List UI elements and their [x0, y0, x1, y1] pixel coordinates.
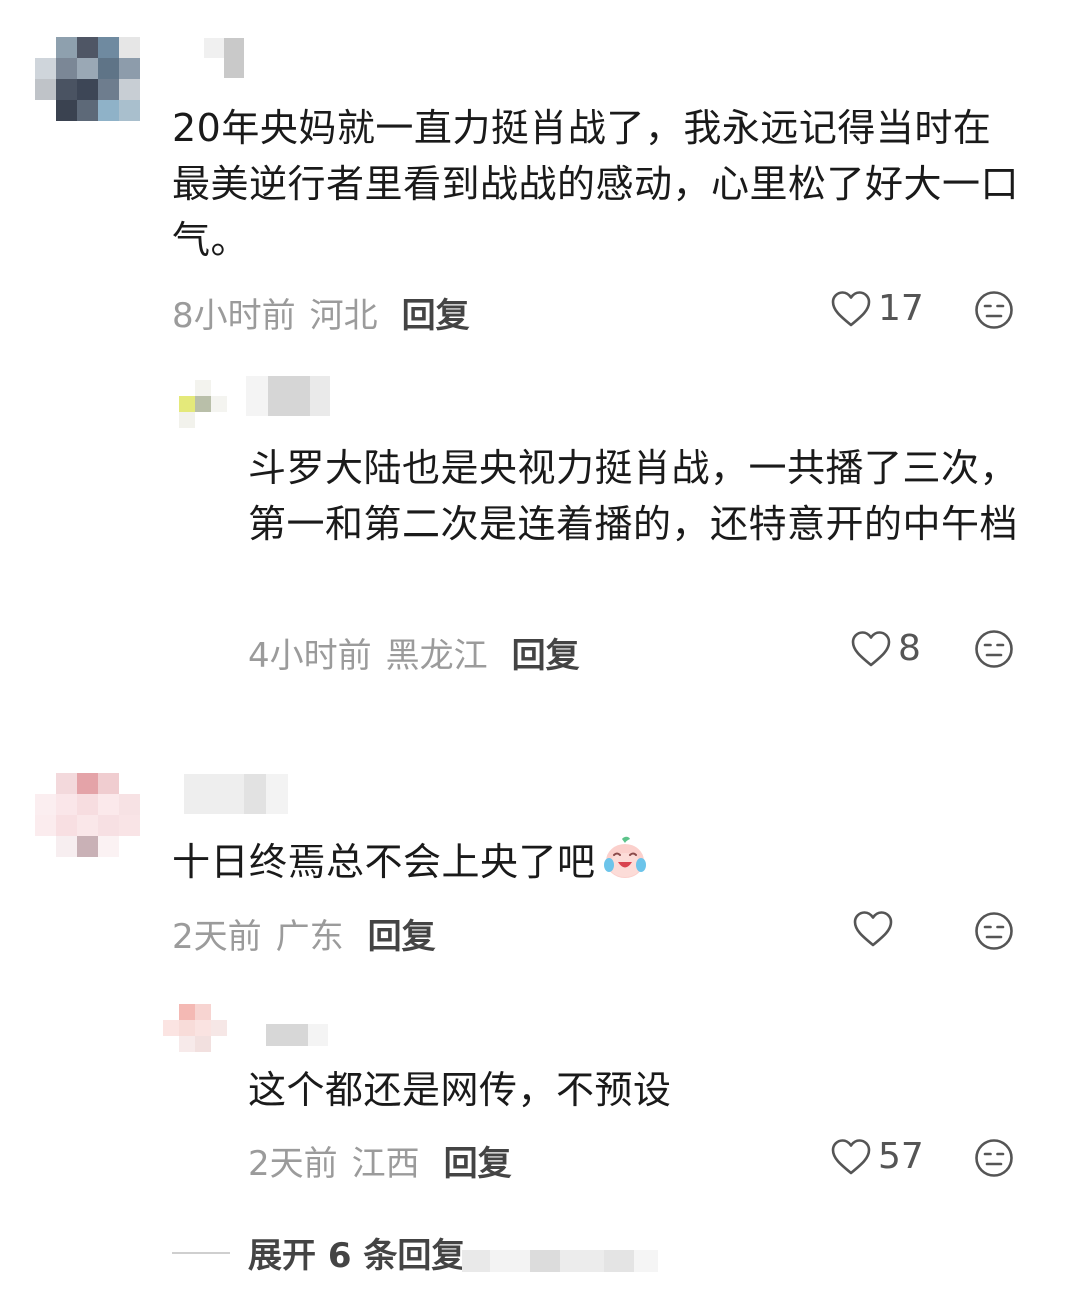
like-button[interactable]: 8: [850, 628, 921, 669]
reply-meta: 2天前 江西 回复: [248, 1136, 512, 1185]
divider-line: [172, 1251, 230, 1254]
avatar[interactable]: [163, 380, 227, 444]
username-blurred[interactable]: [184, 774, 288, 814]
username-blurred[interactable]: [266, 1024, 328, 1046]
heart-outline-icon: [831, 1138, 871, 1174]
avatar[interactable]: [35, 773, 140, 878]
comment-location: 广东: [275, 917, 344, 957]
reply-location: 江西: [351, 1144, 420, 1184]
meh-face-icon[interactable]: [974, 290, 1014, 330]
like-count: 8: [898, 628, 921, 669]
username-blurred[interactable]: [204, 38, 244, 78]
heart-outline-icon: [853, 911, 893, 947]
comment-meta: 8小时前 河北 回复: [172, 288, 470, 337]
meh-face-icon[interactable]: [974, 1138, 1014, 1178]
reply-button[interactable]: 回复: [402, 288, 470, 337]
reply-time: 4小时前: [248, 636, 372, 676]
reply-text: 斗罗大陆也是央视力挺肖战，一共播了三次，第一和第二次是连着播的，还特意开的中午档: [248, 446, 1019, 546]
username-blurred[interactable]: [246, 376, 330, 416]
reply-location: 黑龙江: [385, 636, 488, 676]
comment-text-content: 十日终焉总不会上央了吧: [172, 840, 596, 884]
meh-face-icon[interactable]: [974, 911, 1014, 951]
reply-button[interactable]: 回复: [444, 1136, 512, 1185]
reply-meta: 4小时前 黑龙江 回复: [248, 628, 580, 677]
comment-text: 十日终焉总不会上央了吧: [172, 834, 1022, 890]
reply-button[interactable]: 回复: [512, 628, 580, 677]
crying-laughing-emoji: [603, 836, 646, 878]
like-count: 17: [878, 288, 924, 329]
expand-replies-label: 展开 6 条回复: [248, 1236, 466, 1276]
heart-outline-icon: [851, 630, 891, 666]
comment-location: 河北: [309, 296, 378, 336]
like-button[interactable]: [852, 909, 900, 949]
like-button[interactable]: 57: [830, 1136, 924, 1177]
comment-meta: 2天前 广东 回复: [172, 909, 436, 958]
like-button[interactable]: 17: [830, 288, 924, 329]
avatar[interactable]: [35, 37, 140, 142]
comment-text: 20年央妈就一直力挺肖战了，我永远记得当时在最美逆行者里看到战战的感动，心里松了…: [172, 106, 1020, 262]
reply-time: 2天前: [248, 1144, 338, 1184]
watermark-blurred: [462, 1250, 658, 1272]
meh-face-icon[interactable]: [974, 629, 1014, 669]
comment-section: 20年央妈就一直力挺肖战了，我永远记得当时在最美逆行者里看到战战的感动，心里松了…: [0, 0, 1080, 1295]
heart-outline-icon: [831, 290, 871, 326]
comment-time: 2天前: [172, 917, 262, 957]
comment-time: 8小时前: [172, 296, 296, 336]
avatar[interactable]: [163, 1004, 227, 1068]
reply-text: 这个都还是网传，不预设: [248, 1068, 672, 1112]
like-count: 57: [878, 1136, 924, 1177]
expand-replies-button[interactable]: 展开 6 条回复: [172, 1228, 465, 1277]
reply-button[interactable]: 回复: [368, 909, 436, 958]
